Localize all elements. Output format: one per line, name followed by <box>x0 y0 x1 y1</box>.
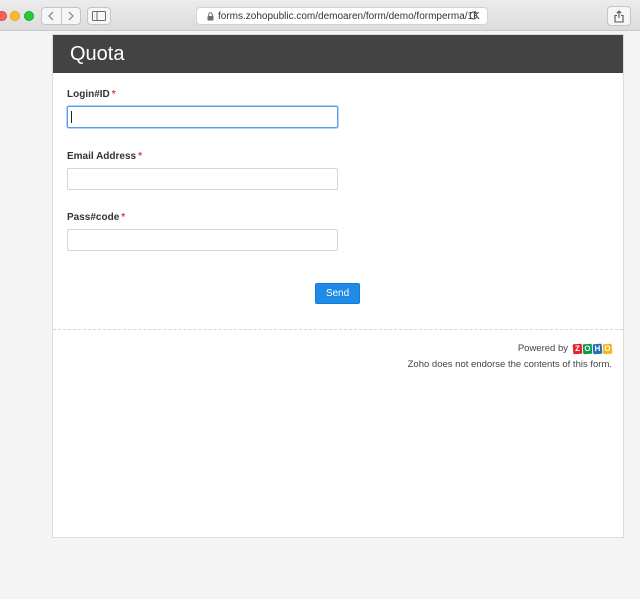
form-card: Quota Login#ID * Email Address * Pass#code… <box>52 34 624 538</box>
login-id-input[interactable] <box>67 106 338 128</box>
send-button[interactable]: Send <box>315 283 360 304</box>
email-address-input[interactable] <box>67 168 338 190</box>
navigation-buttons <box>41 7 81 25</box>
passcode-input[interactable] <box>67 229 338 251</box>
passcode-field: Pass#code * <box>67 212 338 251</box>
forward-button[interactable] <box>60 8 81 24</box>
address-bar[interactable]: forms.zohopublic.com/demoaren/form/demo/… <box>196 7 488 25</box>
zoho-logo-letter: O <box>582 343 593 354</box>
reload-icon[interactable] <box>468 10 479 21</box>
powered-by-text: Powered by <box>517 343 568 354</box>
footer-divider <box>53 329 623 330</box>
email-address-field: Email Address * <box>67 151 338 190</box>
form-title: Quota <box>70 42 125 65</box>
form-header: Quota <box>53 35 623 73</box>
passcode-label: Pass#code * <box>67 212 126 223</box>
required-mark: * <box>138 151 143 162</box>
required-mark: * <box>121 212 126 223</box>
login-id-label: Login#ID * <box>67 89 116 100</box>
zoho-logo-letter: O <box>602 343 613 354</box>
zoom-window-button[interactable] <box>24 11 34 21</box>
sidebar-toggle-button[interactable] <box>87 7 111 25</box>
minimize-window-button[interactable] <box>10 11 20 21</box>
sidebar-icon <box>92 11 106 21</box>
text-caret <box>71 111 72 123</box>
back-button[interactable] <box>42 8 61 24</box>
close-window-button[interactable] <box>0 11 7 21</box>
chevron-left-icon <box>48 11 54 21</box>
powered-by: Powered by Z O H O <box>408 343 613 354</box>
disclaimer-text: Zoho does not endorse the contents of th… <box>407 359 612 370</box>
zoho-logo-letter: Z <box>572 343 583 354</box>
form-footer: Powered by Z O H O Zoho does not endorse… <box>407 343 613 370</box>
chevron-right-icon <box>68 11 74 21</box>
login-id-field: Login#ID * <box>67 89 338 128</box>
url-text: forms.zohopublic.com/demoaren/form/demo/… <box>218 10 480 22</box>
lock-icon <box>207 11 214 21</box>
zoho-logo-letter: H <box>592 343 603 354</box>
browser-toolbar: forms.zohopublic.com/demoaren/form/demo/… <box>0 0 640 31</box>
share-icon <box>614 9 624 23</box>
share-button[interactable] <box>607 6 631 26</box>
required-mark: * <box>111 89 116 100</box>
email-address-label: Email Address * <box>67 151 143 162</box>
zoho-logo[interactable]: Z O H O <box>572 343 613 354</box>
